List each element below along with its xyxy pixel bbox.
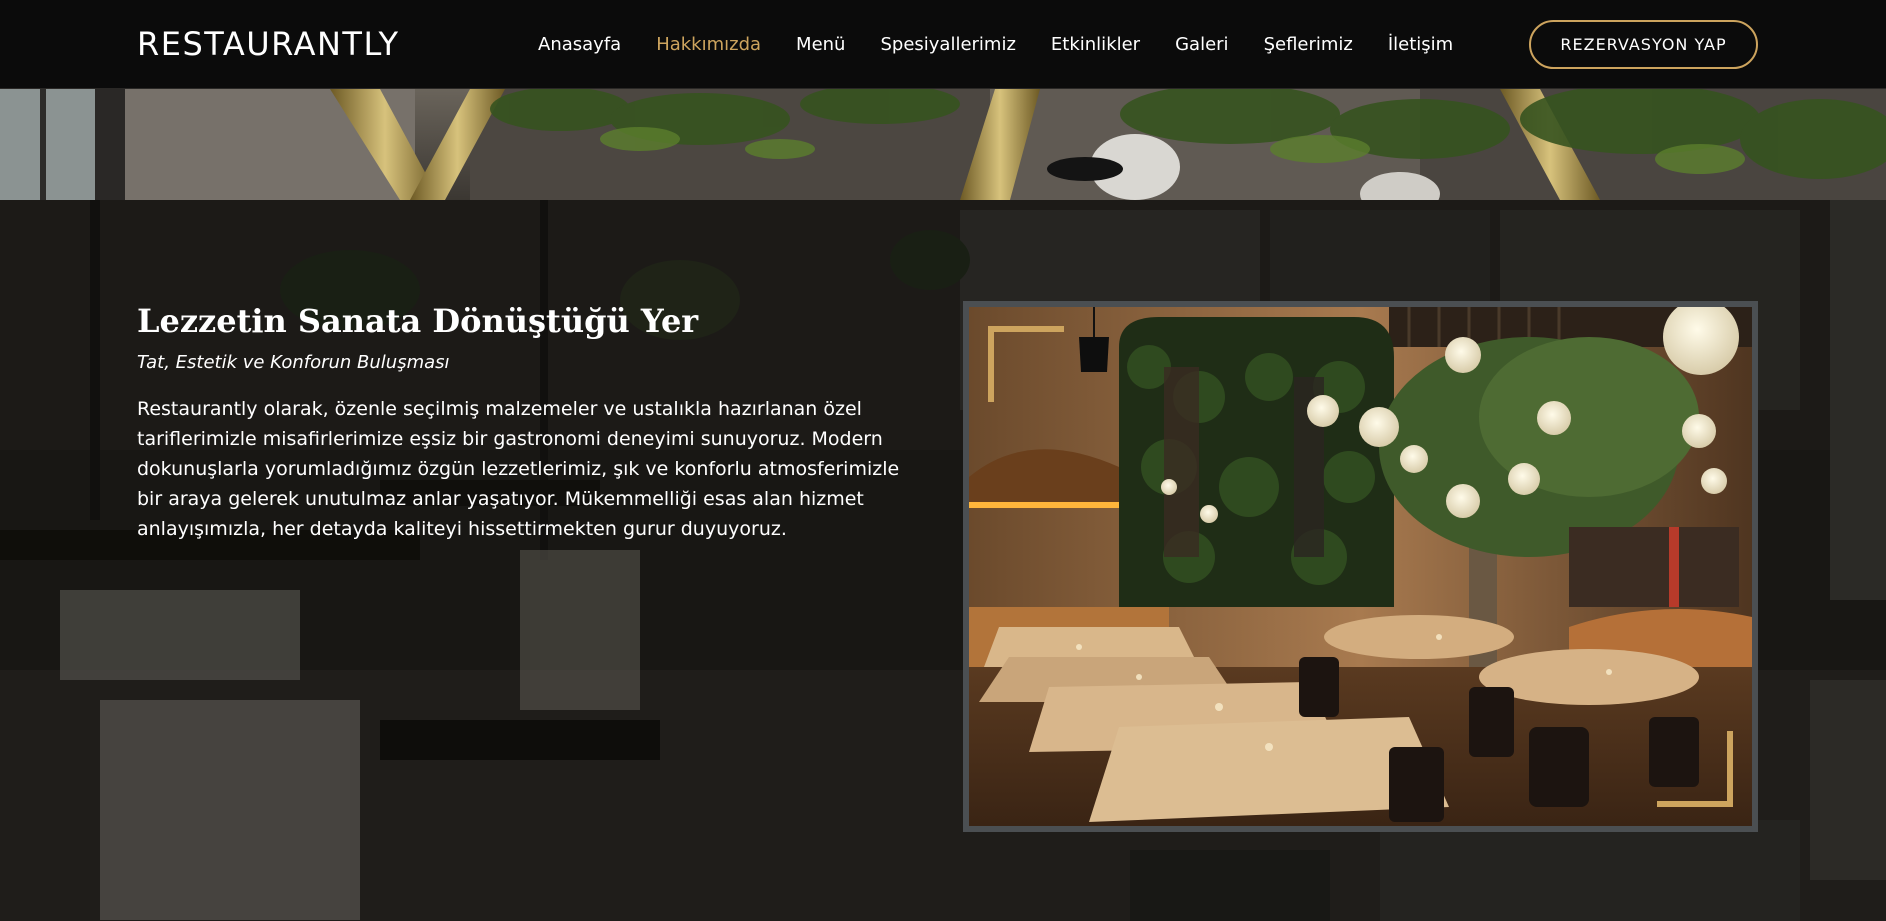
site-header: RESTAURANTLY Anasayfa Hakkımızda Menü Sp… — [0, 0, 1886, 89]
about-content: Lezzetin Sanata Dönüştüğü Yer Tat, Estet… — [137, 300, 927, 544]
section-description: Restaurantly olarak, özenle seçilmiş mal… — [137, 398, 900, 540]
section-subtitle: Tat, Estetik ve Konforun Buluşması — [137, 352, 450, 373]
nav-link-galeri[interactable]: Galeri — [1175, 30, 1228, 60]
nav-link-menu[interactable]: Menü — [796, 30, 845, 60]
nav-link-iletisim[interactable]: İletişim — [1388, 30, 1453, 60]
nav-link-hakkimizda[interactable]: Hakkımızda — [656, 30, 761, 60]
site-logo[interactable]: RESTAURANTLY — [137, 24, 400, 64]
section-title: Lezzetin Sanata Dönüştüğü Yer — [137, 302, 699, 340]
nav-link-spesiyallerimiz[interactable]: Spesiyallerimiz — [880, 30, 1015, 60]
about-section: Lezzetin Sanata Dönüştüğü Yer Tat, Estet… — [0, 200, 1886, 921]
hero-photo-strip — [0, 89, 1886, 200]
nav-link-etkinlikler[interactable]: Etkinlikler — [1051, 30, 1140, 60]
hero-photo-illustration — [0, 89, 1886, 200]
reservation-button[interactable]: REZERVASYON YAP — [1529, 20, 1758, 69]
nav-link-anasayfa[interactable]: Anasayfa — [538, 30, 621, 60]
frame-corner-accent-bottom-right — [1657, 731, 1733, 807]
main-nav: Anasayfa Hakkımızda Menü Spesiyallerimiz… — [538, 30, 1488, 60]
frame-corner-accent-top-left — [988, 326, 1064, 402]
nav-link-seflerimiz[interactable]: Şeflerimiz — [1264, 30, 1353, 60]
restaurant-photo-frame — [963, 301, 1758, 832]
restaurant-interior-photo — [969, 307, 1752, 826]
